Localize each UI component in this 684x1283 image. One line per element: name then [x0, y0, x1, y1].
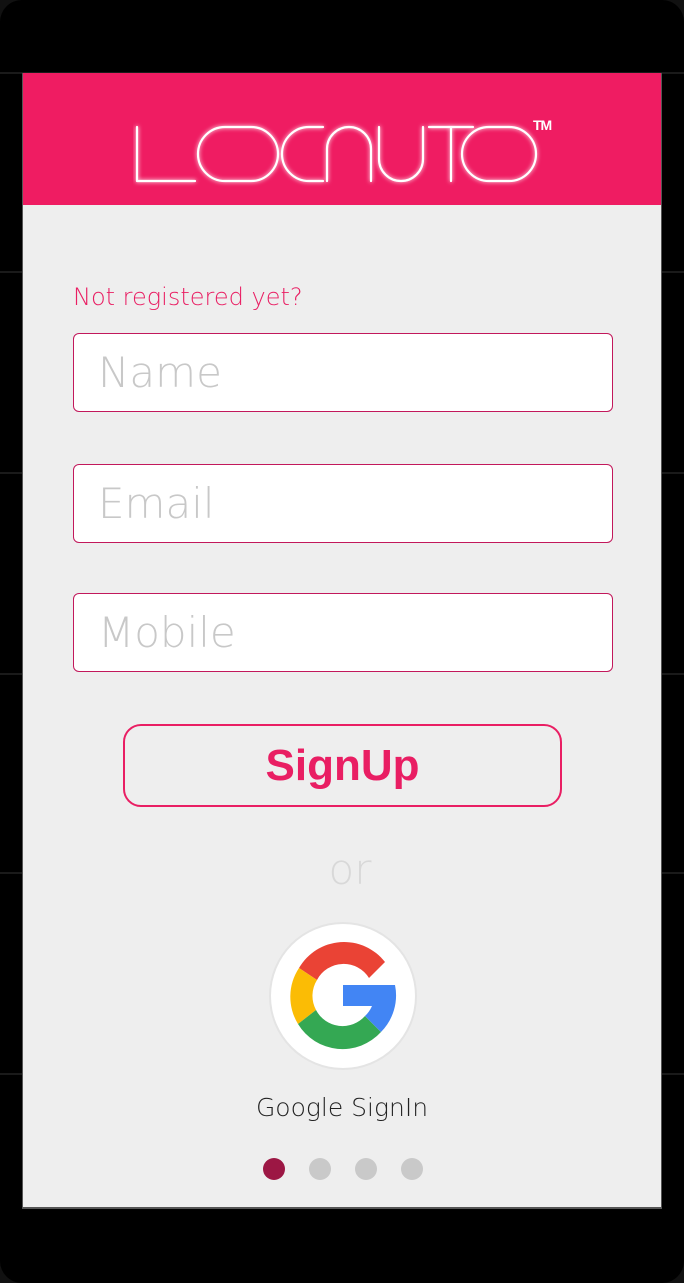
- page-indicator: [263, 1158, 423, 1180]
- name-input[interactable]: [98, 348, 588, 397]
- or-divider-label: or: [328, 845, 372, 894]
- app-header: TM: [23, 73, 661, 205]
- google-g-icon: [290, 942, 397, 1050]
- mobile-field[interactable]: [73, 593, 613, 672]
- register-prompt: Not registered yet?: [73, 283, 303, 311]
- page-dot-active[interactable]: [263, 1158, 285, 1180]
- email-field[interactable]: [73, 464, 613, 543]
- app-screen: TM Not registered yet? SignUp or: [22, 73, 662, 1209]
- name-field[interactable]: [73, 333, 613, 412]
- device-frame: TM Not registered yet? SignUp or: [0, 0, 684, 1283]
- page-dot[interactable]: [401, 1158, 423, 1180]
- trademark-mark: TM: [533, 117, 552, 133]
- signup-button[interactable]: SignUp: [123, 724, 562, 807]
- page-dot[interactable]: [355, 1158, 377, 1180]
- google-signin-button[interactable]: [271, 924, 415, 1068]
- locnuto-logo: [135, 125, 538, 183]
- google-signin-label: Google SignIn: [255, 1093, 429, 1122]
- page-dot[interactable]: [309, 1158, 331, 1180]
- mobile-input[interactable]: [98, 608, 588, 657]
- email-input[interactable]: [98, 479, 588, 528]
